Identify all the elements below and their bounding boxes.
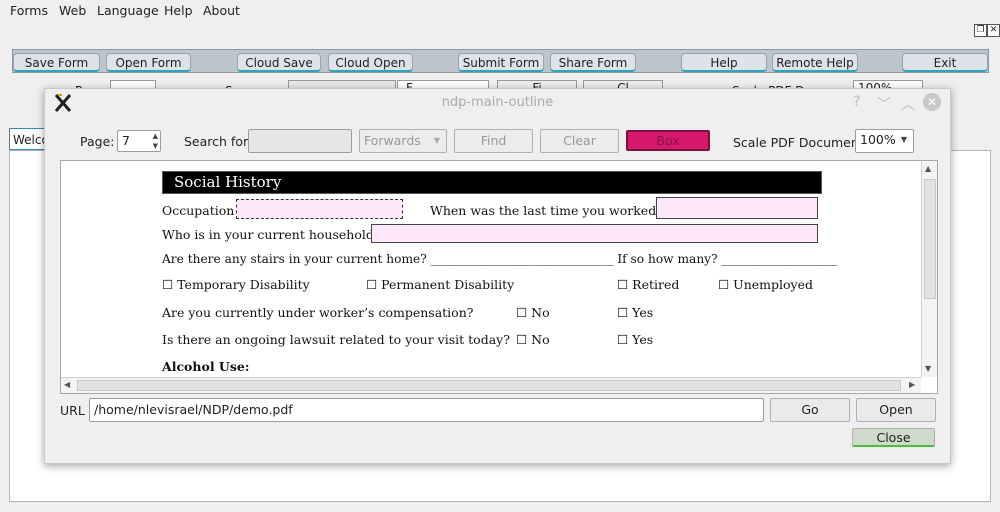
chevron-down-icon: ▼ <box>433 136 440 145</box>
go-button[interactable]: Go <box>770 398 850 422</box>
menu-language[interactable]: Language <box>97 3 159 18</box>
find-button[interactable]: Find <box>454 129 533 153</box>
main-toolbar: Save Form Open Form Cloud Save Cloud Ope… <box>12 49 989 73</box>
search-input[interactable] <box>248 129 352 153</box>
menu-bar: Forms Web Language Help About <box>0 0 1000 22</box>
help-icon[interactable]: ? <box>853 94 860 110</box>
pdf-viewer-dialog: ndp-main-outline ? ﹀ ︿ ✕ Page: 7 ▲ ▼ Sear… <box>44 88 951 464</box>
submit-form-button[interactable]: Submit Form <box>458 53 544 72</box>
lawsuit-yes[interactable]: ☐ Yes <box>617 332 653 347</box>
save-form-button[interactable]: Save Form <box>13 53 100 72</box>
vertical-scroll-thumb[interactable] <box>924 179 936 299</box>
exit-button[interactable]: Exit <box>902 53 988 72</box>
scroll-right-icon[interactable]: ▶ <box>909 380 915 389</box>
last-worked-label: When was the last time you worked? <box>430 203 663 218</box>
menu-forms[interactable]: Forms <box>10 3 48 18</box>
direction-value: Forwards <box>364 133 421 148</box>
page-label: Page: <box>80 134 115 149</box>
scroll-up-icon[interactable]: ▲ <box>925 164 931 173</box>
occupation-label: Occupation: <box>162 203 239 218</box>
close-icon[interactable]: ✕ <box>987 24 1000 37</box>
section-title: Social History <box>174 173 282 191</box>
direction-select[interactable]: Forwards ▼ <box>359 129 447 153</box>
page-spinner[interactable]: 7 ▲ ▼ <box>117 130 161 152</box>
share-form-button[interactable]: Share Form <box>550 53 636 72</box>
alcohol-heading: Alcohol Use: <box>162 359 250 374</box>
menu-about[interactable]: About <box>203 3 240 18</box>
minimize-icon[interactable]: ﹀ <box>877 94 891 114</box>
workers-comp-yes[interactable]: ☐ Yes <box>617 305 653 320</box>
url-input[interactable]: /home/nlevisrael/NDP/demo.pdf <box>89 398 764 422</box>
workers-comp-no[interactable]: ☐ No <box>516 305 550 320</box>
horizontal-scroll-thumb[interactable] <box>77 380 901 391</box>
open-form-button[interactable]: Open Form <box>106 53 191 72</box>
household-field[interactable] <box>371 224 818 243</box>
menu-web[interactable]: Web <box>59 3 86 18</box>
pdf-viewport[interactable]: Social History Occupation: When was the … <box>60 160 938 394</box>
chevron-down-icon: ▼ <box>900 135 907 144</box>
scroll-down-icon[interactable]: ▼ <box>925 364 931 373</box>
cloud-save-button[interactable]: Cloud Save <box>237 53 321 72</box>
close-button[interactable]: Close <box>852 428 935 447</box>
last-worked-field[interactable] <box>656 197 818 219</box>
household-label: Who is in your current household? <box>162 227 381 242</box>
search-label: Search for: <box>184 134 253 149</box>
dialog-title: ndp-main-outline <box>441 95 554 110</box>
workers-comp-question: Are you currently under worker’s compens… <box>162 305 474 320</box>
scale-select[interactable]: 100% ▼ <box>855 129 914 153</box>
section-header-bar: Social History <box>162 171 822 194</box>
vertical-scrollbar[interactable]: ▲ ▼ <box>921 161 937 377</box>
scale-value: 100% <box>860 132 896 147</box>
stairs-question: Are there any stairs in your current hom… <box>162 252 838 266</box>
cloud-open-button[interactable]: Cloud Open <box>328 53 413 72</box>
box-button[interactable]: Box <box>626 130 710 151</box>
retired-option[interactable]: ☐ Retired <box>617 277 679 292</box>
scale-label: Scale PDF Document: <box>733 135 868 150</box>
welcome-tab[interactable]: Welco <box>9 128 49 150</box>
clear-button[interactable]: Clear <box>540 129 619 153</box>
restore-icon[interactable]: ❐ <box>974 24 987 37</box>
url-label: URL <box>60 403 85 418</box>
permanent-disability-option[interactable]: ☐ Permanent Disability <box>366 277 514 292</box>
unemployed-option[interactable]: ☐ Unemployed <box>718 277 813 292</box>
open-button[interactable]: Open <box>856 398 936 422</box>
horizontal-scrollbar[interactable]: ◀ ▶ <box>61 377 921 393</box>
lawsuit-no[interactable]: ☐ No <box>516 332 550 347</box>
menu-help[interactable]: Help <box>164 3 193 18</box>
occupation-field[interactable] <box>236 199 403 219</box>
maximize-icon[interactable]: ︿ <box>901 94 915 114</box>
scroll-left-icon[interactable]: ◀ <box>64 380 70 389</box>
dialog-close-icon[interactable]: ✕ <box>923 93 941 111</box>
spinner-arrows-icon[interactable]: ▲ ▼ <box>153 131 158 151</box>
lawsuit-question: Is there an ongoing lawsuit related to y… <box>162 332 510 347</box>
page-value: 7 <box>122 133 130 148</box>
temporary-disability-option[interactable]: ☐ Temporary Disability <box>162 277 310 292</box>
help-button[interactable]: Help <box>681 53 767 72</box>
remote-help-button[interactable]: Remote Help <box>772 53 858 72</box>
